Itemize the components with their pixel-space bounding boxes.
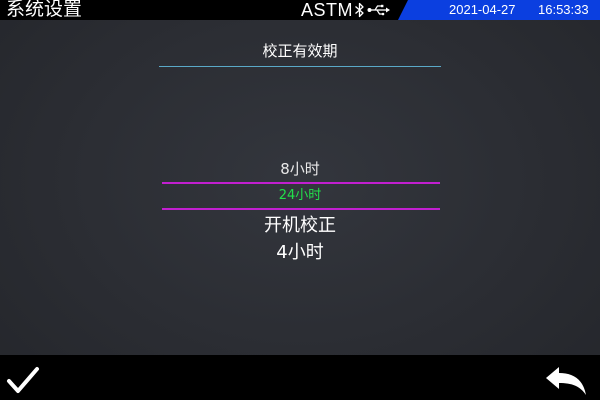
picker-option-next[interactable]: 开机校正 xyxy=(160,214,440,238)
status-time: 16:53:33 xyxy=(538,2,589,17)
status-date: 2021-04-27 xyxy=(449,2,516,17)
picker-option-prev[interactable]: 8小时 xyxy=(160,158,440,180)
picker-option-selected[interactable]: 24小时 xyxy=(160,186,440,206)
usb-icon xyxy=(367,4,390,16)
protocol-mode: ASTM xyxy=(301,0,354,20)
screen-title: 系统设置 xyxy=(6,0,83,20)
title-underline xyxy=(159,66,441,67)
picker-option-next[interactable]: 4小时 xyxy=(160,241,440,265)
selection-line-top xyxy=(162,182,440,184)
settings-screen: 系统设置 ASTM 2021-04-27 16:53:33 校正有效期 8小时 … xyxy=(0,0,600,400)
selection-line-bottom xyxy=(162,208,440,210)
setting-title: 校正有效期 xyxy=(262,42,338,60)
bluetooth-icon xyxy=(355,2,364,18)
bottom-toolbar xyxy=(0,355,600,400)
back-arrow-icon[interactable] xyxy=(544,366,588,396)
checkmark-icon[interactable] xyxy=(6,366,40,396)
